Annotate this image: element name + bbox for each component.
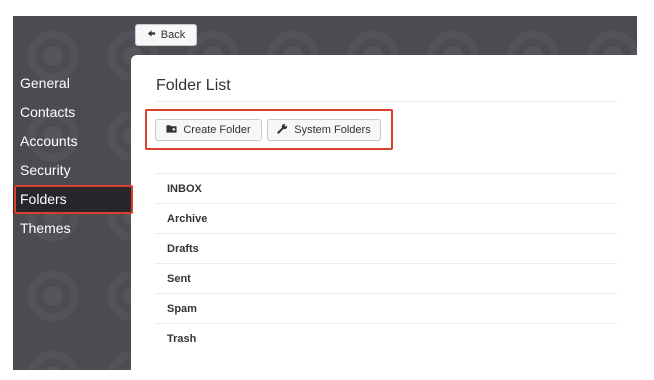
sidebar-item-general[interactable]: General — [13, 69, 131, 98]
system-folders-label: System Folders — [294, 124, 371, 136]
back-button-label: Back — [160, 29, 186, 41]
settings-sidebar: General Contacts Accounts Security Folde… — [13, 69, 131, 243]
folder-list: INBOX Archive Drafts Sent Spam Trash — [155, 173, 617, 353]
sidebar-item-accounts[interactable]: Accounts — [13, 127, 131, 156]
folder-row-sent[interactable]: Sent — [155, 263, 617, 293]
wrench-icon — [277, 123, 288, 137]
app-window: Back General Contacts Accounts Security … — [13, 16, 637, 370]
create-folder-button[interactable]: Create Folder — [155, 119, 262, 141]
sidebar-item-security[interactable]: Security — [13, 156, 131, 185]
sidebar-item-themes[interactable]: Themes — [13, 214, 131, 243]
arrow-left-icon — [147, 29, 156, 41]
page-title: Folder List — [156, 77, 231, 94]
folder-row-trash[interactable]: Trash — [155, 323, 617, 353]
folder-row-archive[interactable]: Archive — [155, 203, 617, 233]
folder-plus-icon — [166, 123, 177, 137]
main-panel: Folder List Create Folder System Folders — [131, 55, 637, 370]
folder-row-drafts[interactable]: Drafts — [155, 233, 617, 263]
folder-row-spam[interactable]: Spam — [155, 293, 617, 323]
sidebar-item-folders[interactable]: Folders — [13, 185, 131, 214]
folder-row-inbox[interactable]: INBOX — [155, 173, 617, 203]
sidebar-item-contacts[interactable]: Contacts — [13, 98, 131, 127]
system-folders-button[interactable]: System Folders — [267, 119, 381, 141]
create-folder-label: Create Folder — [183, 124, 251, 136]
title-divider — [156, 101, 618, 102]
back-button[interactable]: Back — [135, 24, 197, 46]
